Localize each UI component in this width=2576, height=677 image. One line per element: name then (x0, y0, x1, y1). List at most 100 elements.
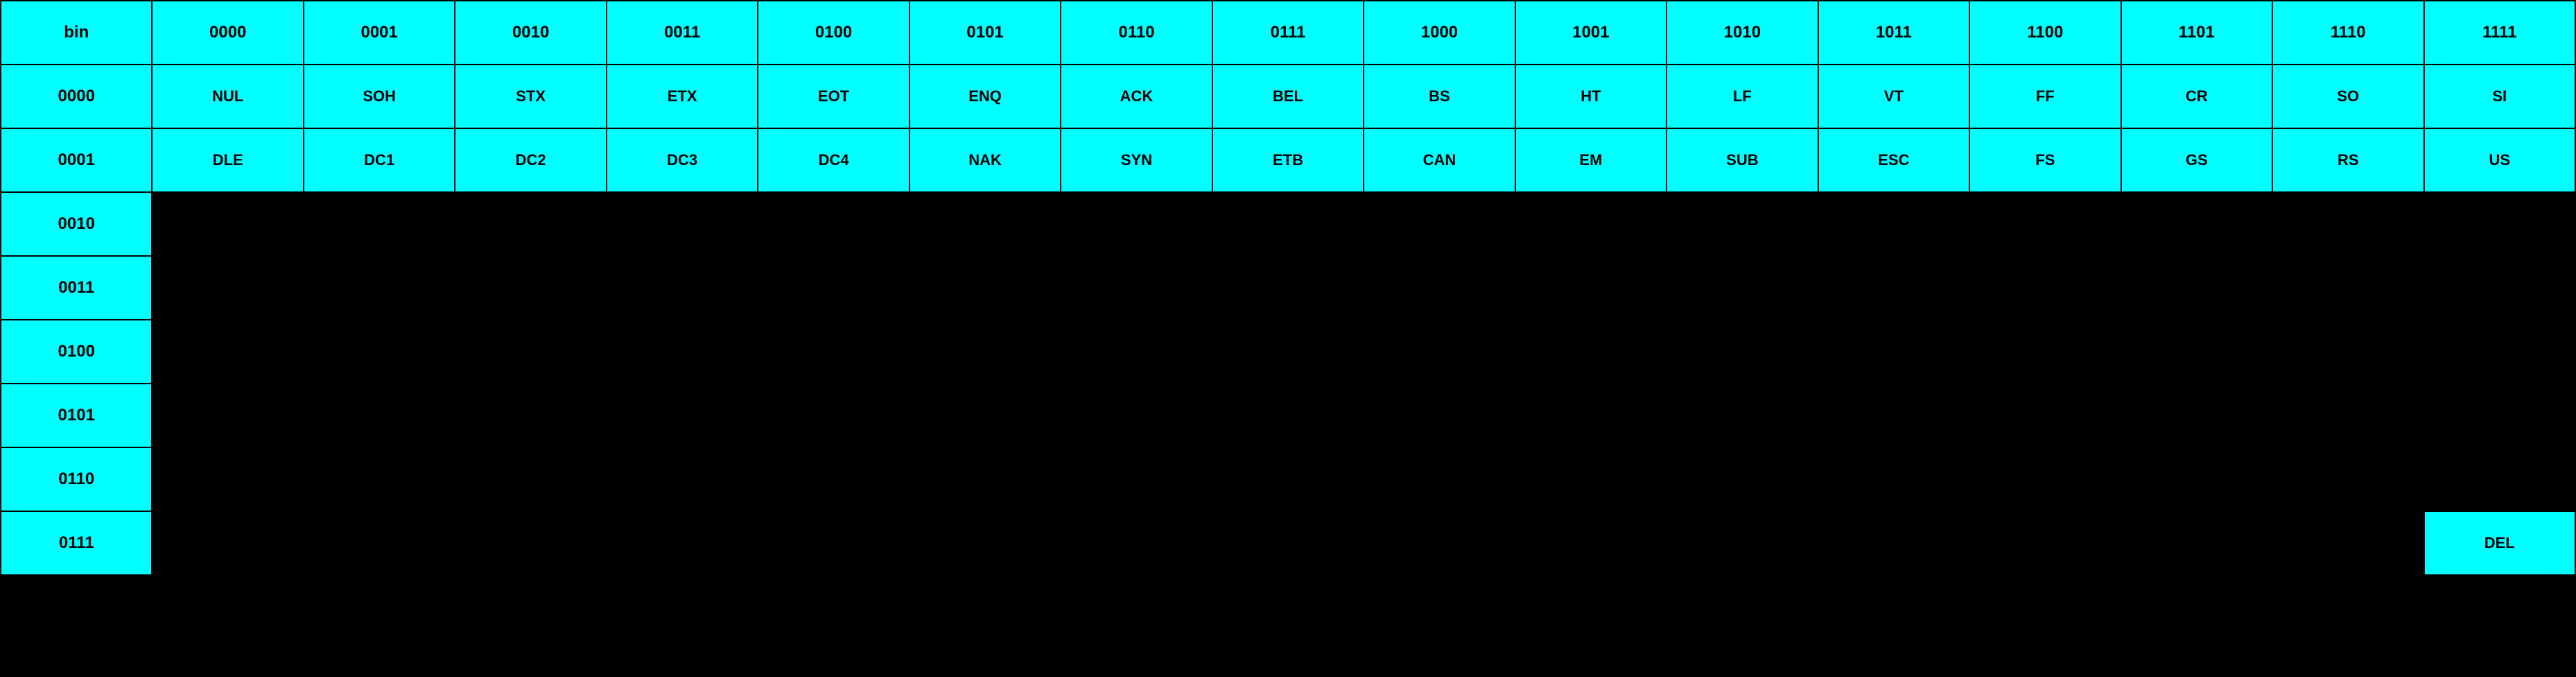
cell-0010-1011 (1818, 192, 1969, 256)
cell-0001-1000: CAN (1364, 128, 1515, 192)
cell-0110-0101 (910, 447, 1061, 511)
cell-0101-1100 (1969, 384, 2121, 447)
row-header-0000: 0000 (1, 65, 152, 128)
cell-0110-1011 (1818, 447, 1969, 511)
column-header-0110: 0110 (1061, 1, 1212, 65)
cell-0110-1111 (2424, 447, 2576, 511)
cell-0011-1000 (1364, 256, 1515, 320)
cell-0111-1010 (1666, 511, 1818, 575)
cell-0101-1101 (2121, 384, 2272, 447)
cell-0001-0010: DC2 (455, 128, 606, 192)
cell-0010-0101 (910, 192, 1061, 256)
row-header-0110: 0110 (1, 447, 152, 511)
cell-0011-1011 (1818, 256, 1969, 320)
cell-0101-1000 (1364, 384, 1515, 447)
cell-0000-1100: FF (1969, 65, 2121, 128)
table-row: 0111DEL (1, 511, 2575, 575)
table-row: 0101 (1, 384, 2575, 447)
cell-0100-0110 (1061, 320, 1212, 384)
column-header-0010: 0010 (455, 1, 606, 65)
cell-0110-0111 (1212, 447, 1364, 511)
cell-0001-0011: DC3 (607, 128, 758, 192)
cell-0111-0001 (304, 511, 455, 575)
cell-0101-1010 (1666, 384, 1818, 447)
table-row: 0000NULSOHSTXETXEOTENQACKBELBSHTLFVTFFCR… (1, 65, 2575, 128)
row-header-0011: 0011 (1, 256, 152, 320)
cell-0001-1101: GS (2121, 128, 2272, 192)
column-bin-header: bin (1, 1, 152, 65)
cell-0110-1001 (1515, 447, 1666, 511)
column-header-0111: 0111 (1212, 1, 1364, 65)
row-header-0100: 0100 (1, 320, 152, 384)
column-header-1101: 1101 (2121, 1, 2272, 65)
cell-0001-0111: ETB (1212, 128, 1364, 192)
cell-0001-0100: DC4 (758, 128, 909, 192)
cell-0011-0000 (152, 256, 303, 320)
cell-0100-0011 (607, 320, 758, 384)
cell-0101-0110 (1061, 384, 1212, 447)
cell-0100-0010 (455, 320, 606, 384)
row-header-0001: 0001 (1, 128, 152, 192)
column-header-1111: 1111 (2424, 1, 2576, 65)
cell-0000-1110: SO (2272, 65, 2423, 128)
cell-0000-0101: ENQ (910, 65, 1061, 128)
cell-0000-1000: BS (1364, 65, 1515, 128)
cell-0101-0111 (1212, 384, 1364, 447)
cell-0100-0100 (758, 320, 909, 384)
cell-0111-0010 (455, 511, 606, 575)
row-header-0010: 0010 (1, 192, 152, 256)
cell-0010-1100 (1969, 192, 2121, 256)
cell-0011-0011 (607, 256, 758, 320)
cell-0011-1111 (2424, 256, 2576, 320)
cell-0101-0010 (455, 384, 606, 447)
cell-0100-0101 (910, 320, 1061, 384)
cell-0001-1100: FS (1969, 128, 2121, 192)
cell-0010-1010 (1666, 192, 1818, 256)
cell-0000-0100: EOT (758, 65, 909, 128)
cell-0011-1100 (1969, 256, 2121, 320)
cell-0010-0100 (758, 192, 909, 256)
cell-0011-1010 (1666, 256, 1818, 320)
cell-0011-0100 (758, 256, 909, 320)
cell-0001-0110: SYN (1061, 128, 1212, 192)
cell-0101-0011 (607, 384, 758, 447)
cell-0000-0000: NUL (152, 65, 303, 128)
cell-0011-1101 (2121, 256, 2272, 320)
cell-0101-1111 (2424, 384, 2576, 447)
cell-0101-0100 (758, 384, 909, 447)
row-header-0101: 0101 (1, 384, 152, 447)
cell-0010-1001 (1515, 192, 1666, 256)
cell-0100-1100 (1969, 320, 2121, 384)
cell-0110-0110 (1061, 447, 1212, 511)
cell-0011-0101 (910, 256, 1061, 320)
cell-0101-0001 (304, 384, 455, 447)
cell-0000-1011: VT (1818, 65, 1969, 128)
cell-0111-0011 (607, 511, 758, 575)
column-header-1011: 1011 (1818, 1, 1969, 65)
cell-0000-1101: CR (2121, 65, 2272, 128)
cell-0110-1110 (2272, 447, 2423, 511)
column-header-0000: 0000 (152, 1, 303, 65)
column-header-0001: 0001 (304, 1, 455, 65)
cell-0100-1010 (1666, 320, 1818, 384)
table-row: 0110 (1, 447, 2575, 511)
cell-0000-0011: ETX (607, 65, 758, 128)
cell-0100-0000 (152, 320, 303, 384)
cell-0100-1111 (2424, 320, 2576, 384)
cell-0001-1010: SUB (1666, 128, 1818, 192)
cell-0010-1000 (1364, 192, 1515, 256)
cell-0000-0111: BEL (1212, 65, 1364, 128)
cell-0010-1110 (2272, 192, 2423, 256)
cell-0100-0111 (1212, 320, 1364, 384)
cell-0011-1001 (1515, 256, 1666, 320)
cell-0110-1010 (1666, 447, 1818, 511)
cell-0110-0001 (304, 447, 455, 511)
cell-0110-0100 (758, 447, 909, 511)
cell-0101-1110 (2272, 384, 2423, 447)
cell-0001-0101: NAK (910, 128, 1061, 192)
cell-0111-0110 (1061, 511, 1212, 575)
column-header-0100: 0100 (758, 1, 909, 65)
cell-0001-1001: EM (1515, 128, 1666, 192)
cell-0101-0101 (910, 384, 1061, 447)
cell-0000-1111: SI (2424, 65, 2576, 128)
